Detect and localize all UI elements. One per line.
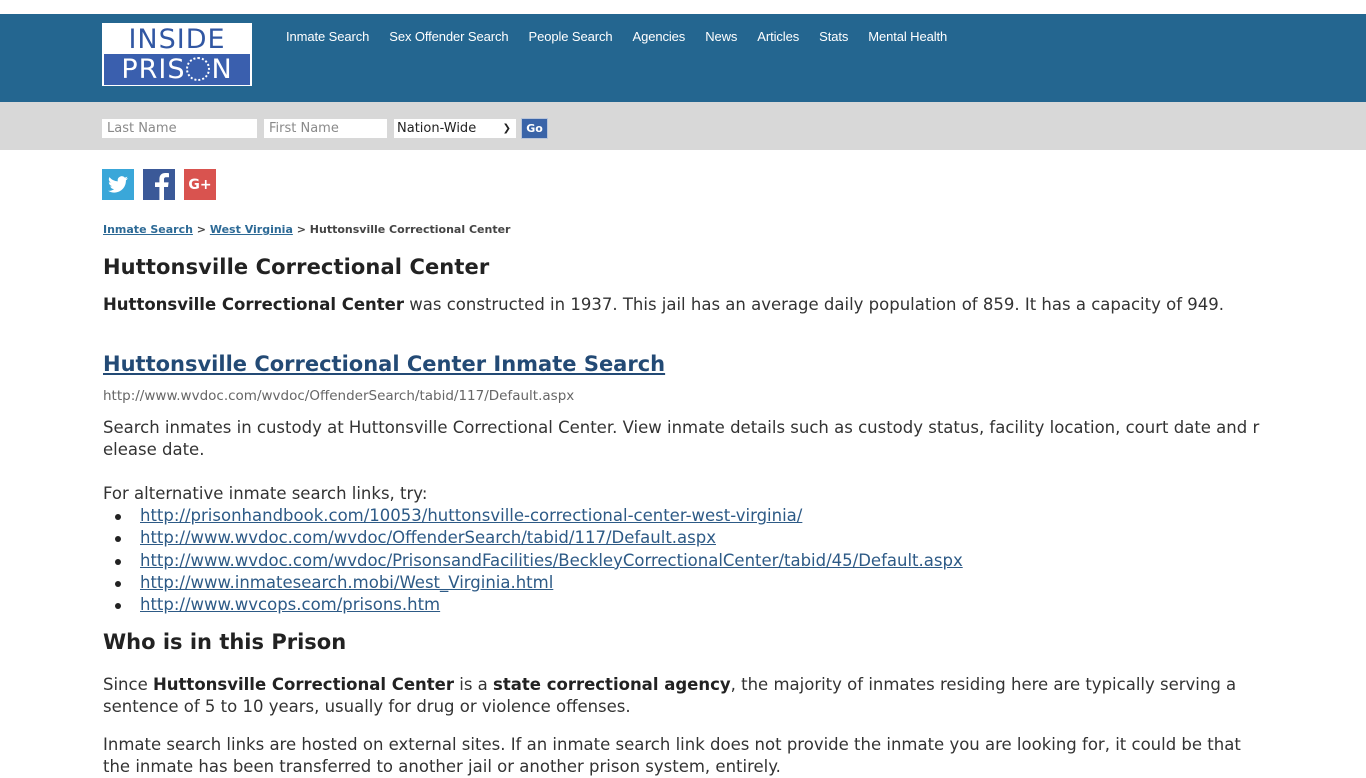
region-select[interactable]: Nation-Wide ❯ xyxy=(394,119,516,138)
alt-link[interactable]: http://www.wvcops.com/prisons.htm xyxy=(140,595,440,614)
nav-news[interactable]: News xyxy=(705,29,737,45)
breadcrumb-west-virginia[interactable]: West Virginia xyxy=(210,223,293,236)
who-text-2: is a xyxy=(454,675,494,694)
logo-bottom-pre: PRIS xyxy=(121,54,186,85)
intro-facility-name: Huttonsville Correctional Center xyxy=(103,295,405,314)
nav-stats[interactable]: Stats xyxy=(819,29,848,45)
who-facility-name: Huttonsville Correctional Center xyxy=(152,675,454,694)
alt-links-label: For alternative inmate search links, try… xyxy=(103,484,428,503)
who-section-title: Who is in this Prison xyxy=(103,630,347,654)
alt-links-list: http://prisonhandbook.com/10053/huttonsv… xyxy=(115,505,963,616)
breadcrumb-separator: > xyxy=(296,223,306,236)
google-plus-share-button[interactable]: G+ xyxy=(184,169,216,200)
site-header: INSIDE PRIS N Inmate Search Sex Offender … xyxy=(0,14,1366,102)
chevron-down-icon: ❯ xyxy=(502,123,511,134)
page-title: Huttonsville Correctional Center xyxy=(103,255,490,279)
breadcrumb: Inmate Search > West Virginia > Huttonsv… xyxy=(103,223,510,236)
nav-inmate-search[interactable]: Inmate Search xyxy=(286,29,369,45)
alt-link[interactable]: http://www.inmatesearch.mobi/West_Virgin… xyxy=(140,573,553,592)
inmate-search-url: http://www.wvdoc.com/wvdoc/OffenderSearc… xyxy=(103,388,575,404)
list-item: http://www.wvdoc.com/wvdoc/PrisonsandFac… xyxy=(115,550,963,572)
search-bar: Nation-Wide ❯ Go xyxy=(0,102,1366,150)
top-strip xyxy=(0,0,1366,14)
nav-mental-health[interactable]: Mental Health xyxy=(868,29,947,45)
first-name-input[interactable] xyxy=(264,119,387,138)
region-select-value: Nation-Wide xyxy=(397,121,477,136)
list-item: http://prisonhandbook.com/10053/huttonsv… xyxy=(115,505,963,527)
who-agency-type: state correctional agency xyxy=(493,675,731,694)
list-item: http://www.wvcops.com/prisons.htm xyxy=(115,594,963,616)
list-item: http://www.wvdoc.com/wvdoc/OffenderSearc… xyxy=(115,527,963,549)
logo-bottom-text: PRIS N xyxy=(104,54,250,85)
go-button[interactable]: Go xyxy=(521,118,548,139)
alt-link[interactable]: http://prisonhandbook.com/10053/huttonsv… xyxy=(140,506,802,525)
google-plus-icon: G+ xyxy=(188,176,212,193)
external-links-note: Inmate search links are hosted on extern… xyxy=(103,735,1241,776)
nav-sex-offender-search[interactable]: Sex Offender Search xyxy=(389,29,508,45)
breadcrumb-inmate-search[interactable]: Inmate Search xyxy=(103,223,193,236)
breadcrumb-separator: > xyxy=(196,223,207,236)
who-paragraph: Since Huttonsville Correctional Center i… xyxy=(103,674,1263,718)
facebook-share-button[interactable] xyxy=(143,169,175,200)
nav-agencies[interactable]: Agencies xyxy=(633,29,686,45)
intro-text: was constructed in 1937. This jail has a… xyxy=(404,295,1224,314)
social-share-bar: G+ xyxy=(102,169,225,200)
twitter-share-button[interactable] xyxy=(102,169,134,200)
nav-people-search[interactable]: People Search xyxy=(529,29,613,45)
logo-bottom-post: N xyxy=(211,54,233,85)
list-item: http://www.inmatesearch.mobi/West_Virgin… xyxy=(115,572,963,594)
alt-link[interactable]: http://www.wvdoc.com/wvdoc/OffenderSearc… xyxy=(140,528,716,547)
logo-top-text: INSIDE xyxy=(128,23,226,55)
alt-link[interactable]: http://www.wvdoc.com/wvdoc/PrisonsandFac… xyxy=(140,551,963,570)
last-name-input[interactable] xyxy=(102,119,257,138)
breadcrumb-current: Huttonsville Correctional Center xyxy=(309,223,511,236)
twitter-icon xyxy=(108,176,128,193)
intro-paragraph: Huttonsville Correctional Center was con… xyxy=(103,294,1263,316)
site-logo[interactable]: INSIDE PRIS N xyxy=(102,23,252,86)
inmate-search-link[interactable]: Huttonsville Correctional Center Inmate … xyxy=(103,352,665,376)
barbed-wire-ring-icon xyxy=(186,56,211,81)
facebook-icon xyxy=(155,173,169,200)
nav-articles[interactable]: Articles xyxy=(757,29,799,45)
main-nav: Inmate Search Sex Offender Search People… xyxy=(286,29,967,45)
inmate-search-description: Search inmates in custody at Huttonsvill… xyxy=(103,418,1260,459)
who-text-1: Since xyxy=(103,675,153,694)
